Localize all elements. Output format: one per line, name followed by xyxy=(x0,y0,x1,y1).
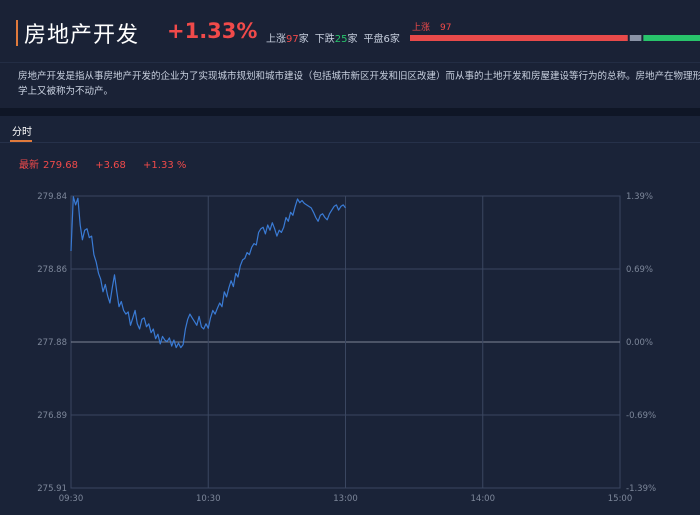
y-tick-left: 277.88 xyxy=(37,338,67,348)
y-tick-right: 0.00% xyxy=(626,338,653,348)
description-line-2: 学上又被称为不动产。 xyxy=(18,86,114,97)
y-tick-left: 279.84 xyxy=(37,192,67,202)
breadth-bar-up xyxy=(410,35,628,41)
breadth-bar-up-count: 97 xyxy=(440,23,452,33)
y-tick-left: 275.91 xyxy=(37,484,67,494)
breadth-bar-label: 上涨 97 xyxy=(412,20,451,33)
y-tick-right: -0.69% xyxy=(626,411,656,421)
quote-row: 最新 279.68 +3.68 +1.33 % xyxy=(19,156,200,171)
x-tick-label: 14:00 xyxy=(471,494,496,504)
latest-value: 279.68 xyxy=(43,160,78,171)
y-tick-right: -1.39% xyxy=(626,484,656,494)
x-tick-label: 13:00 xyxy=(333,494,358,504)
price-change: +3.68 xyxy=(95,160,126,171)
x-tick-label: 15:00 xyxy=(608,494,633,504)
flat-label: 平盘 xyxy=(363,34,384,45)
section-separator xyxy=(0,108,700,116)
x-tick-label: 09:30 xyxy=(59,494,84,504)
down-label: 下跌 xyxy=(314,34,335,45)
tab-intraday[interactable]: 分时 xyxy=(12,123,32,138)
down-count: 25 xyxy=(334,34,348,45)
tab-divider xyxy=(0,142,700,143)
up-label: 上涨 xyxy=(266,34,286,45)
header: 房地产开发 +1.33% 上涨97家 下跌25家 平盘6家 上涨 97 xyxy=(0,0,700,62)
breadth-bar-down xyxy=(643,35,700,41)
page-title: 房地产开发 xyxy=(24,23,140,48)
description-line-1: 房地产开发是指从事房地产开发的企业为了实现城市规划和城市建设（包括城市新区开发和… xyxy=(18,71,700,82)
pct-change: +1.33 % xyxy=(143,160,187,171)
title-accent xyxy=(16,20,18,46)
breadth-bar-up-label: 上涨 xyxy=(412,23,431,33)
intraday-chart: 279.84 1.39% 278.86 0.69% 277.88 0.00% 276.89 -… xyxy=(37,192,656,504)
y-tick-right: 0.69% xyxy=(626,265,653,275)
market-breadth-stats: 上涨97家 下跌25家 平盘6家 xyxy=(266,30,400,45)
y-tick-right: 1.39% xyxy=(626,192,653,202)
breadth-bar xyxy=(410,35,700,41)
latest-price: 最新 279.68 xyxy=(19,160,78,171)
y-tick-left: 276.89 xyxy=(37,411,67,421)
flat-unit: 家 xyxy=(389,34,400,45)
down-unit: 家 xyxy=(347,34,358,45)
up-count: 97 xyxy=(286,34,299,45)
sector-description: 房地产开发是指从事房地产开发的企业为了实现城市规划和城市建设（包括城市新区开发和… xyxy=(18,69,700,99)
breadth-bar-flat xyxy=(629,35,642,41)
x-tick-label: 10:30 xyxy=(196,494,221,504)
up-unit: 家 xyxy=(298,34,309,45)
y-tick-left: 278.86 xyxy=(37,265,67,275)
description-panel: 房地产开发是指从事房地产开发的企业为了实现城市规划和城市建设（包括城市新区开发和… xyxy=(0,62,700,108)
latest-label: 最新 xyxy=(19,160,39,171)
index-change: +1.33% xyxy=(167,19,258,43)
